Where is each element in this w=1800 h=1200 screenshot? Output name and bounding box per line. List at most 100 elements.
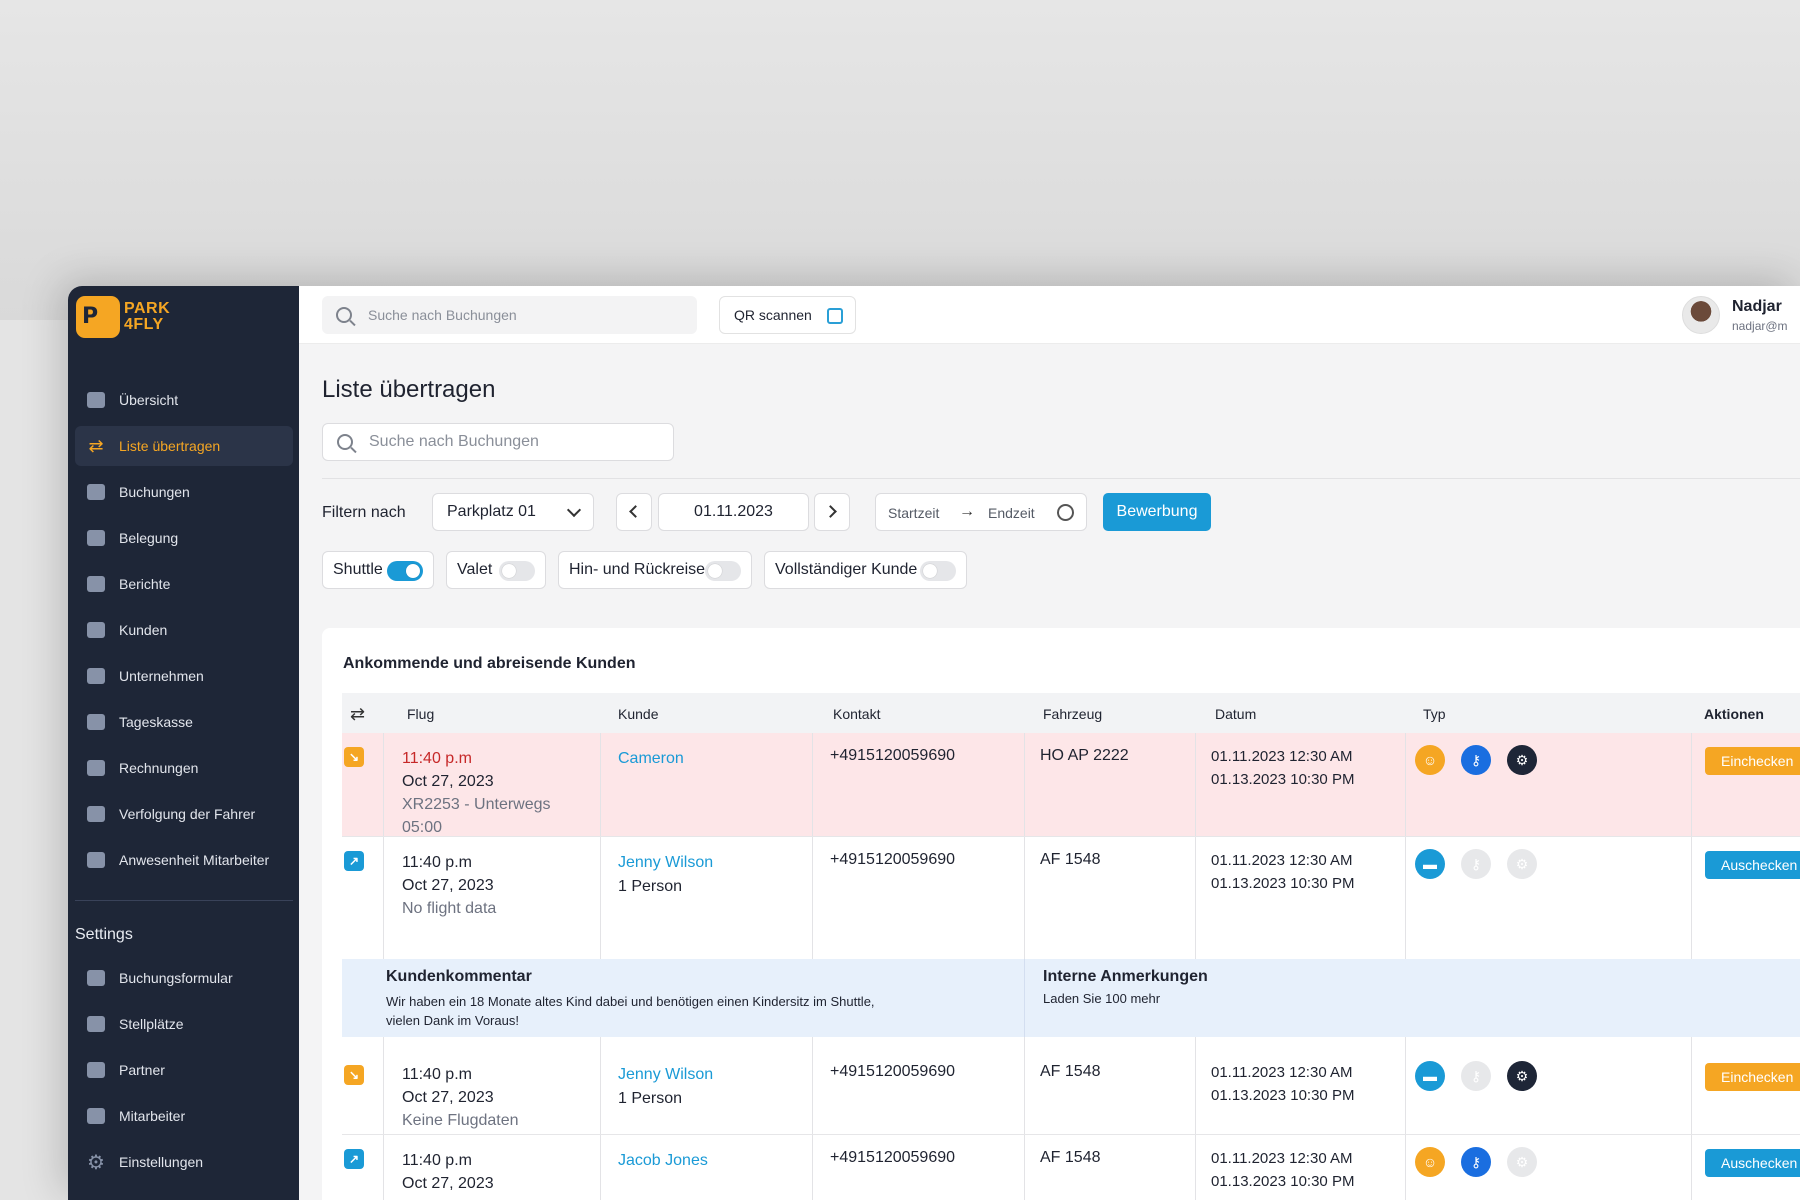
type-icons: ☺ ⚷ ⚙ xyxy=(1415,745,1553,775)
customers-card: Ankommende und abreisende Kunden ⇄ Flug … xyxy=(322,628,1800,1200)
checkout-button[interactable]: Auschecken xyxy=(1705,1149,1800,1177)
col-kunde[interactable]: Kunde xyxy=(618,706,658,722)
date-next-button[interactable] xyxy=(814,493,850,531)
table-row[interactable]: ↗ 11:40 p.m Oct 27, 2023 Jacob Jones +49… xyxy=(342,1135,1800,1200)
sidebar-nav: Übersicht ⇄ Liste übertragen Buchungen Be… xyxy=(75,380,293,886)
logo-badge: P xyxy=(76,296,120,338)
sidebar-item-anwesenheit[interactable]: Anwesenheit Mitarbeiter xyxy=(75,840,293,880)
shuttle-bus-icon[interactable]: ▬ xyxy=(1415,849,1445,879)
sidebar-item-label: Rechnungen xyxy=(119,760,199,776)
round-trip-toggle[interactable] xyxy=(705,561,741,581)
col-flug[interactable]: Flug xyxy=(407,706,434,722)
sidebar-item-belegung[interactable]: Belegung xyxy=(75,518,293,558)
col-fahrzeug[interactable]: Fahrzeug xyxy=(1043,706,1102,722)
sidebar-item-kunden[interactable]: Kunden xyxy=(75,610,293,650)
valet-toggle[interactable] xyxy=(499,561,535,581)
sidebar-item-liste-uebertragen[interactable]: ⇄ Liste übertragen xyxy=(75,426,293,466)
shuttle-toggle-box[interactable]: Shuttle xyxy=(322,551,434,589)
flight-time: 11:40 p.m xyxy=(402,750,472,767)
apply-button[interactable]: Bewerbung xyxy=(1103,493,1211,531)
vehicle-cell: AF 1548 xyxy=(1040,1149,1101,1166)
settings-heading: Settings xyxy=(75,926,133,943)
qr-scan-button[interactable]: QR scannen xyxy=(719,296,856,334)
sidebar-item-partner[interactable]: Partner xyxy=(75,1050,293,1090)
departure-icon: ↗ xyxy=(344,851,364,871)
checkout-button[interactable]: Auschecken xyxy=(1705,851,1800,879)
logo[interactable]: P PARK 4FLY xyxy=(76,296,196,340)
col-aktionen: Aktionen xyxy=(1704,706,1764,722)
shuttle-toggle[interactable] xyxy=(387,561,423,581)
date-field[interactable]: 01.11.2023 xyxy=(658,493,809,531)
sidebar-item-rechnungen[interactable]: Rechnungen xyxy=(75,748,293,788)
internal-notes-text[interactable]: Laden Sie 100 mehr xyxy=(1043,989,1160,1008)
valet-toggle-box[interactable]: Valet xyxy=(446,551,546,589)
shuttle-bus-icon[interactable]: ▬ xyxy=(1415,1061,1445,1091)
flight-time: 11:40 p.m xyxy=(402,1152,472,1169)
key-icon[interactable]: ⚷ xyxy=(1461,849,1491,879)
sidebar-item-label: Stellplätze xyxy=(119,1016,184,1032)
sidebar-item-unternehmen[interactable]: Unternehmen xyxy=(75,656,293,696)
persons-count: 1 Person xyxy=(618,878,683,895)
gear-icon[interactable]: ⚙ xyxy=(1507,1147,1537,1177)
toggle-label: Hin- und Rückreise xyxy=(569,561,706,578)
key-icon[interactable]: ⚷ xyxy=(1461,745,1491,775)
col-datum[interactable]: Datum xyxy=(1215,706,1256,722)
customer-link[interactable]: Cameron xyxy=(618,747,684,771)
comment-row: Kundenkommentar Wir haben ein 18 Monate … xyxy=(342,959,1800,1037)
table-row[interactable]: ↘ 11:40 p.m Oct 27, 2023 XR2253 - Unterw… xyxy=(342,733,1800,837)
customer-link[interactable]: Jenny Wilson xyxy=(618,851,713,875)
flight-info: Keine Flugdaten xyxy=(402,1112,519,1129)
sidebar-item-buchungen[interactable]: Buchungen xyxy=(75,472,293,512)
main-content: Liste übertragen Suche nach Buchungen Fi… xyxy=(299,344,1800,1200)
sidebar-item-mitarbeiter[interactable]: Mitarbeiter xyxy=(75,1096,293,1136)
time-range-picker[interactable]: Startzeit → Endzeit xyxy=(875,493,1087,531)
col-typ[interactable]: Typ xyxy=(1423,706,1446,722)
driver-icon[interactable]: ☺ xyxy=(1415,745,1445,775)
customer-comment-text: Wir haben ein 18 Monate altes Kind dabei… xyxy=(386,994,875,1028)
card-title: Ankommende und abreisende Kunden xyxy=(343,655,636,672)
gear-icon: ⚙ xyxy=(87,1151,105,1174)
complete-customer-toggle[interactable] xyxy=(920,561,956,581)
swap-icon[interactable]: ⇄ xyxy=(350,704,365,725)
chevron-down-icon xyxy=(566,502,582,518)
sidebar-item-tageskasse[interactable]: Tageskasse xyxy=(75,702,293,742)
key-icon[interactable]: ⚷ xyxy=(1461,1147,1491,1177)
topbar: Suche nach Buchungen QR scannen Nadjar n… xyxy=(299,286,1800,344)
sidebar-item-uebersicht[interactable]: Übersicht xyxy=(75,380,293,420)
driver-icon[interactable]: ☺ xyxy=(1415,1147,1445,1177)
customer-link[interactable]: Jenny Wilson xyxy=(618,1063,713,1087)
date-cell: 01.11.2023 12:30 AM 01.13.2023 10:30 PM xyxy=(1211,1150,1355,1190)
sidebar-item-berichte[interactable]: Berichte xyxy=(75,564,293,604)
qr-code-icon xyxy=(827,308,843,324)
parking-select[interactable]: Parkplatz 01 xyxy=(432,493,594,531)
search-placeholder: Suche nach Buchungen xyxy=(369,433,539,450)
key-icon[interactable]: ⚷ xyxy=(1461,1061,1491,1091)
sidebar-item-einstellungen[interactable]: ⚙ Einstellungen xyxy=(75,1142,293,1182)
col-kontakt[interactable]: Kontakt xyxy=(833,706,880,722)
round-trip-toggle-box[interactable]: Hin- und Rückreise xyxy=(558,551,752,589)
sidebar-item-stellplaetze[interactable]: Stellplätze xyxy=(75,1004,293,1044)
search-icon xyxy=(337,434,353,450)
customer-link[interactable]: Jacob Jones xyxy=(618,1149,708,1173)
sidebar-divider xyxy=(75,900,293,901)
complete-customer-toggle-box[interactable]: Vollständiger Kunde xyxy=(764,551,967,589)
top-search-input[interactable]: Suche nach Buchungen xyxy=(322,296,697,334)
sidebar-item-fahrer[interactable]: Verfolgung der Fahrer xyxy=(75,794,293,834)
user-menu[interactable]: Nadjar nadjar@m xyxy=(1682,294,1800,336)
flight-date: Oct 27, 2023 xyxy=(402,877,494,894)
booking-search-input[interactable]: Suche nach Buchungen xyxy=(322,423,674,461)
gear-icon[interactable]: ⚙ xyxy=(1507,1061,1537,1091)
gear-icon[interactable]: ⚙ xyxy=(1507,849,1537,879)
flight-cell: 11:40 p.m Oct 27, 2023 XR2253 - Unterweg… xyxy=(402,747,551,839)
checkin-button[interactable]: Einchecken xyxy=(1705,747,1800,775)
date-prev-button[interactable] xyxy=(616,493,652,531)
flight-time: 11:40 p.m xyxy=(402,1066,472,1083)
table-row[interactable]: ↘ 11:40 p.m Oct 27, 2023 Keine Flugdaten… xyxy=(342,1037,1800,1135)
table-row[interactable]: ↗ 11:40 p.m Oct 27, 2023 No flight data … xyxy=(342,837,1800,959)
chevron-right-icon xyxy=(824,505,837,518)
sidebar-item-buchungsformular[interactable]: Buchungsformular xyxy=(75,958,293,998)
checkin-button[interactable]: Einchecken xyxy=(1705,1063,1800,1091)
sidebar-item-label: Kunden xyxy=(119,622,168,638)
gear-icon[interactable]: ⚙ xyxy=(1507,745,1537,775)
customer-cell: Jacob Jones xyxy=(618,1149,708,1173)
